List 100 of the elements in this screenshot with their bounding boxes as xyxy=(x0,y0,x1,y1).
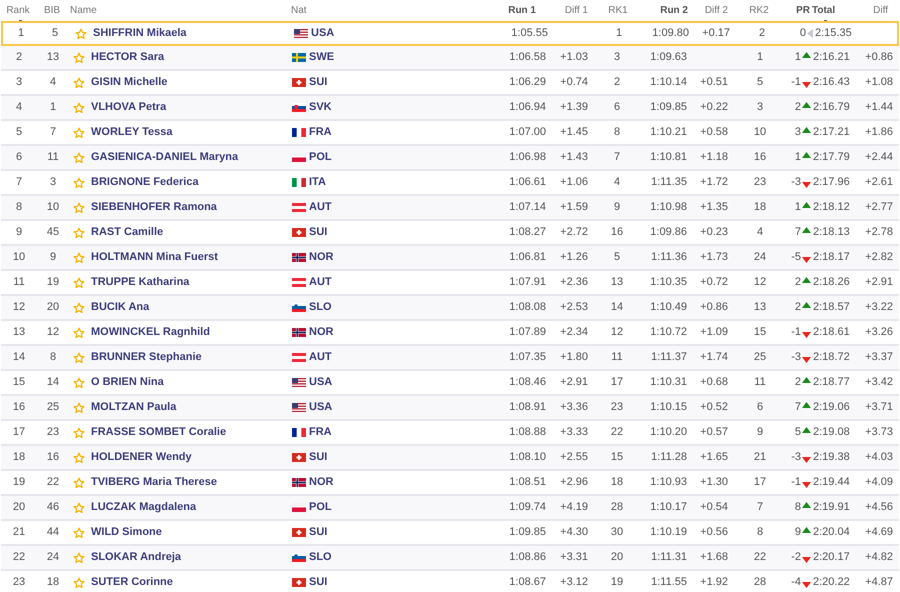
column-header[interactable]: RK1 xyxy=(608,3,628,21)
athlete-name[interactable]: TVIBERG Maria Therese xyxy=(91,474,217,491)
column-header[interactable]: Nat xyxy=(291,3,307,21)
athlete-name[interactable]: LUCZAK Magdalena xyxy=(91,499,196,516)
diff-cell-text: +0.74 xyxy=(560,75,588,90)
run-time-cell-text: 1:07.14 xyxy=(509,200,546,216)
star-icon[interactable] xyxy=(73,576,85,588)
star-icon[interactable] xyxy=(73,102,85,114)
athlete-name[interactable]: GASIENICA-DANIEL Maryna xyxy=(91,149,238,166)
column-header[interactable]: Diff 2 xyxy=(704,3,728,21)
star-icon[interactable] xyxy=(73,226,85,238)
result-row[interactable]: 1 5 SHIFFRIN Mikaela USA 1:05.55 1 1:09.80 +0.17 2 0 2:15.35 xyxy=(1,21,899,46)
rank-cell-text: 14 xyxy=(610,300,624,316)
run-time-cell-text: 1:11.28 xyxy=(651,450,687,466)
run-time-cell-text: 1:08.88 xyxy=(509,425,546,440)
rank-cell-text: 10 xyxy=(12,250,26,266)
run-time-cell-text: 1:06.58 xyxy=(509,50,546,66)
star-icon[interactable] xyxy=(73,502,85,514)
diff-cell-text: +2.96 xyxy=(560,475,588,490)
athlete-name[interactable]: VLHOVA Petra xyxy=(91,99,166,116)
athlete-name[interactable]: TRUPPE Katharina xyxy=(91,274,190,291)
athlete-name[interactable]: HOLTMANN Mina Fuerst xyxy=(91,249,218,266)
flag-icon xyxy=(292,253,306,262)
star-icon[interactable] xyxy=(73,326,85,338)
star-icon[interactable] xyxy=(73,152,85,164)
column-header[interactable]: Run 2 xyxy=(660,3,688,21)
athlete-name[interactable]: BUCIK Ana xyxy=(91,299,150,316)
result-row[interactable]: 20 46 LUCZAK Magdalena POL 1:09.74 +4.19 28 1:10.17 +0.54 7 8 2:19.91 +4.56 xyxy=(1,496,899,521)
flag-icon xyxy=(292,103,306,112)
athlete-name[interactable]: BRIGNONE Federica xyxy=(91,174,199,191)
athlete-name[interactable]: SIEBENHOFER Ramona xyxy=(91,199,217,216)
athlete-name[interactable]: SUTER Corinne xyxy=(91,574,173,591)
bib-cell-text: 13 xyxy=(46,50,60,66)
result-row[interactable]: 4 1 VLHOVA Petra SVK 1:06.94 +1.39 6 1:09.85 +0.22 3 2 2:16.79 +1.44 xyxy=(1,96,899,121)
bib-cell-text: 22 xyxy=(46,475,60,490)
star-icon[interactable] xyxy=(73,526,85,538)
result-row[interactable]: 2 13 HECTOR Sara SWE 1:06.58 +1.03 3 1:09.63 1 1 2:16.21 +0.86 xyxy=(1,46,899,71)
star-icon[interactable] xyxy=(73,52,85,64)
athlete-name[interactable]: O BRIEN Nina xyxy=(91,374,164,391)
star-icon[interactable] xyxy=(73,402,85,414)
athlete-name[interactable]: WILD Simone xyxy=(91,524,162,541)
athlete-name[interactable]: WORLEY Tessa xyxy=(91,124,173,141)
result-row[interactable]: 12 20 BUCIK Ana SLO 1:08.08 +2.53 14 1:10.49 +0.86 13 2 2:18.57 +3.22 xyxy=(1,296,899,321)
athlete-name[interactable]: RAST Camille xyxy=(91,224,164,241)
flag-icon xyxy=(292,278,306,287)
total-time-cell-text: 2:19.44 xyxy=(813,475,850,490)
star-icon[interactable] xyxy=(73,76,85,88)
run-time-cell-text: 1:09.74 xyxy=(509,500,546,516)
star-icon[interactable] xyxy=(73,276,85,288)
star-icon[interactable] xyxy=(73,202,85,214)
run-time-cell-text: 1:10.49 xyxy=(650,300,687,316)
athlete-name[interactable]: HECTOR Sara xyxy=(91,49,164,66)
athlete-name[interactable]: MOWINCKEL Ragnhild xyxy=(91,324,210,341)
column-header[interactable]: Run 1 xyxy=(508,3,536,21)
result-row[interactable]: 8 10 SIEBENHOFER Ramona AUT 1:07.14 +1.59 9 1:10.98 +1.35 18 1 2:18.12 +2.77 xyxy=(1,196,899,221)
column-header[interactable]: Total xyxy=(812,3,836,21)
star-icon[interactable] xyxy=(73,176,85,188)
star-icon[interactable] xyxy=(73,552,85,564)
athlete-name[interactable]: HOLDENER Wendy xyxy=(91,449,192,466)
athlete-name[interactable]: GISIN Michelle xyxy=(91,74,168,91)
athlete-name[interactable]: FRASSE SOMBET Coralie xyxy=(91,424,226,441)
column-header[interactable]: RK2 xyxy=(749,3,769,21)
star-icon[interactable] xyxy=(73,452,85,464)
column-header[interactable]: BIB xyxy=(44,3,60,21)
result-row[interactable]: 10 9 HOLTMANN Mina Fuerst NOR 1:06.81 +1.26 5 1:11.36 +1.73 24 -5 2:18.17 +2.82 xyxy=(1,246,899,271)
diff-cell-text: +2.44 xyxy=(865,150,893,166)
position-change: -2 xyxy=(791,550,801,566)
nation-code: POL xyxy=(309,500,332,516)
diff-cell-text: +1.08 xyxy=(865,75,893,90)
result-row[interactable]: 22 24 SLOKAR Andreja SLO 1:08.86 +3.31 20 1:11.31 +1.68 22 -2 2:20.17 +4.82 xyxy=(1,546,899,571)
star-icon[interactable] xyxy=(73,302,85,314)
rank-cell-text: 24 xyxy=(754,250,766,266)
star-icon[interactable] xyxy=(73,476,85,488)
star-icon[interactable] xyxy=(75,28,87,40)
column-header[interactable]: Name xyxy=(70,3,97,21)
rank-cell-text: 16 xyxy=(610,225,624,240)
athlete-name[interactable]: SHIFFRIN Mikaela xyxy=(93,25,187,42)
result-row[interactable]: 6 11 GASIENICA-DANIEL Maryna POL 1:06.98 +1.43 7 1:10.81 +1.18 16 1 2:17.79 +2.44 xyxy=(1,146,899,171)
athlete-name[interactable]: BRUNNER Stephanie xyxy=(91,349,202,366)
column-header[interactable]: Diff 1 xyxy=(564,3,588,21)
star-icon[interactable] xyxy=(73,376,85,388)
result-row[interactable]: 18 16 HOLDENER Wendy SUI 1:08.10 +2.55 15 1:11.28 +1.65 21 -3 2:19.38 +4.03 xyxy=(1,446,899,471)
column-header[interactable]: Diff xyxy=(873,3,888,21)
result-row[interactable]: 16 25 MOLTZAN Paula USA 1:08.91 +3.36 23 1:10.15 +0.52 6 7 2:19.06 +3.71 xyxy=(1,396,899,421)
total-time-cell-text: 2:17.96 xyxy=(813,175,850,190)
athlete-name[interactable]: SLOKAR Andreja xyxy=(91,549,182,566)
rank-cell-text: 23 xyxy=(12,575,26,590)
run-time-cell-text: 1:09.86 xyxy=(650,225,687,240)
position-change: -5 xyxy=(791,250,801,266)
column-header[interactable]: Rank xyxy=(6,3,30,21)
column-header[interactable]: PR xyxy=(796,3,810,21)
star-icon[interactable] xyxy=(73,126,85,138)
athlete-name[interactable]: MOLTZAN Paula xyxy=(91,399,176,416)
rank-cell-text: 17 xyxy=(754,475,766,490)
star-icon[interactable] xyxy=(73,426,85,438)
star-icon[interactable] xyxy=(73,352,85,364)
result-row[interactable]: 14 8 BRUNNER Stephanie AUT 1:07.35 +1.80 11 1:11.37 +1.74 25 -3 2:18.72 +3.37 xyxy=(1,346,899,371)
bib-cell-text: 5 xyxy=(52,26,58,42)
star-icon[interactable] xyxy=(73,252,85,264)
rank-cell-text: 5 xyxy=(16,125,22,140)
